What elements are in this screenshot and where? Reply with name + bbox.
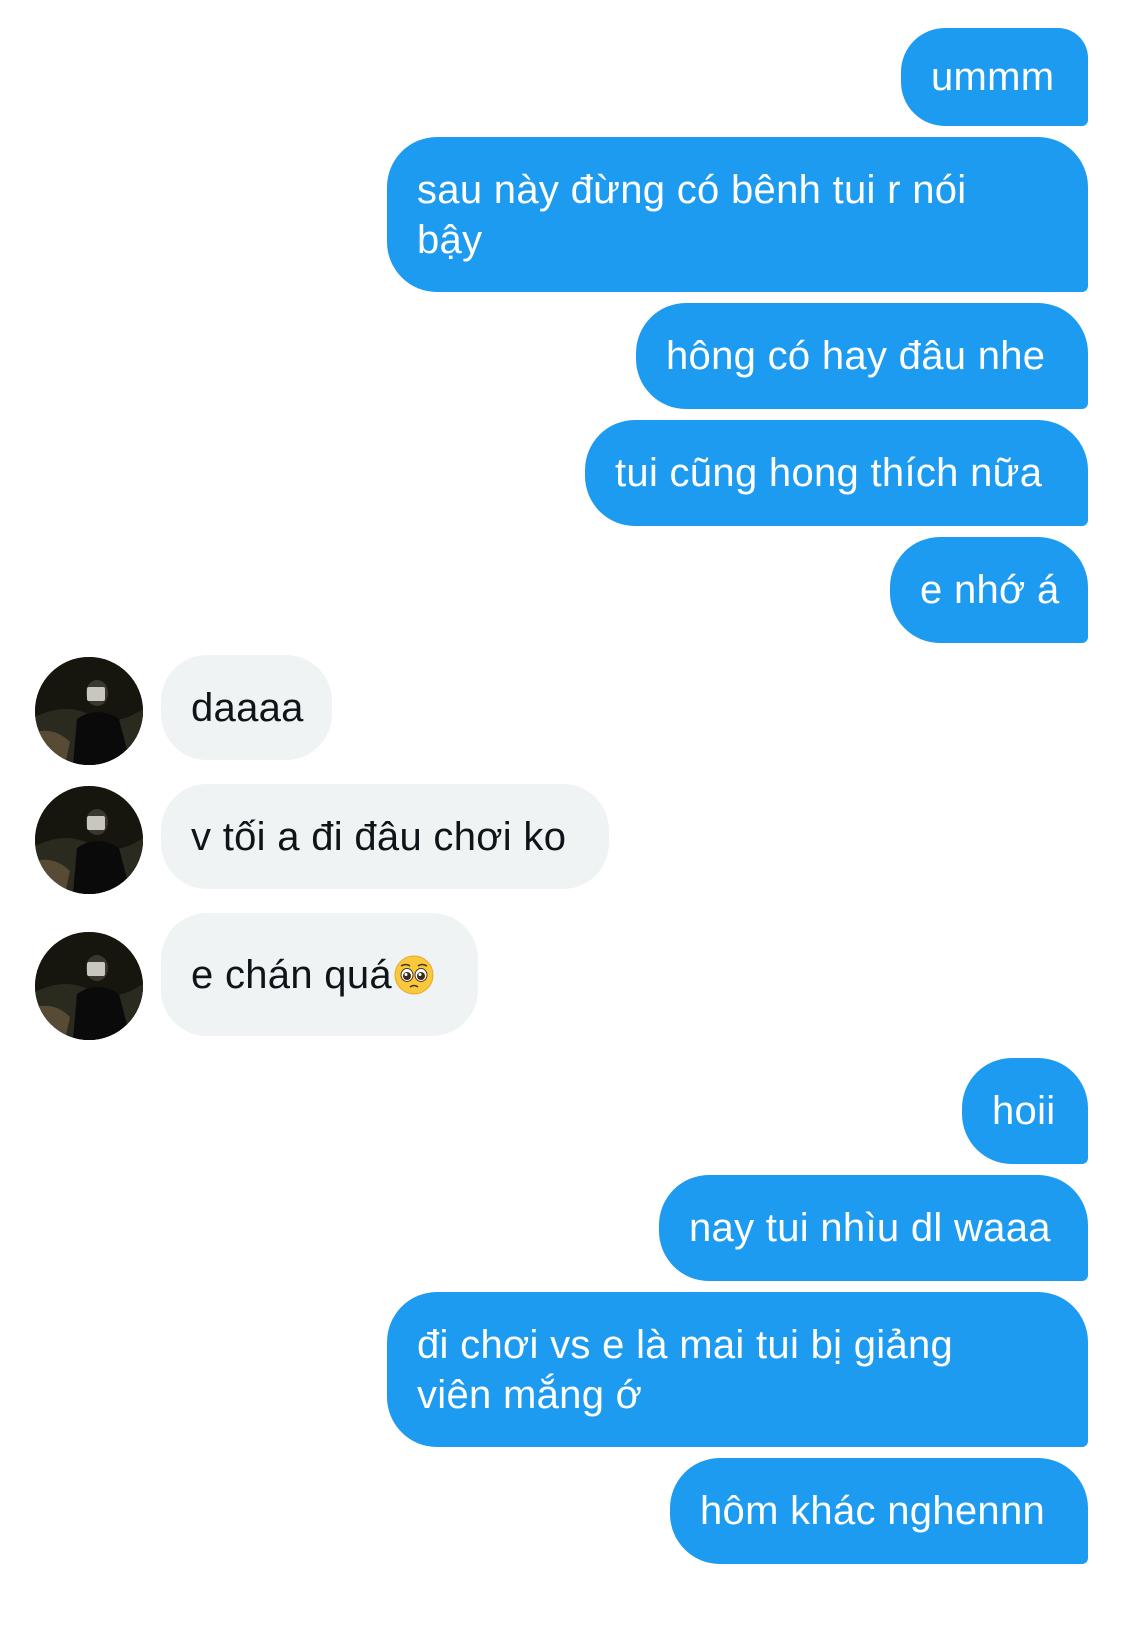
message-bubble-sent[interactable]: hôm khác nghennn	[670, 1458, 1088, 1564]
message-text: sau này đừng có bênh tui r nói bậy	[417, 168, 967, 262]
message-text: đi chơi vs e là mai tui bị giảng viên mắ…	[417, 1323, 954, 1417]
message-text: hoii	[992, 1089, 1056, 1133]
message-text: v tối a đi đâu chơi ko	[191, 814, 567, 859]
message-bubble-received[interactable]: daaaa	[161, 655, 332, 760]
message-bubble-sent[interactable]: e nhớ á	[890, 537, 1088, 643]
pleading-face-emoji-icon	[394, 955, 434, 994]
message-text: hông có hay đâu nhe	[666, 334, 1046, 378]
message-text: hôm khác nghennn	[700, 1489, 1046, 1533]
message-bubble-received[interactable]: e chán quá	[161, 913, 478, 1036]
message-text: daaaa	[191, 685, 304, 730]
contact-avatar[interactable]	[35, 786, 143, 894]
avatar-photo-icon	[35, 657, 143, 765]
message-bubble-sent[interactable]: hoii	[962, 1058, 1088, 1164]
message-bubble-sent[interactable]: hông có hay đâu nhe	[636, 303, 1088, 409]
avatar-photo-icon	[35, 932, 143, 1040]
message-text: ummm	[931, 55, 1055, 99]
message-text: nay tui nhìu dl waaa	[689, 1206, 1051, 1250]
message-bubble-sent[interactable]: nay tui nhìu dl waaa	[659, 1175, 1088, 1281]
contact-avatar[interactable]	[35, 657, 143, 765]
message-text: tui cũng hong thích nữa	[615, 451, 1043, 495]
contact-avatar[interactable]	[35, 932, 143, 1040]
message-bubble-received[interactable]: v tối a đi đâu chơi ko	[161, 784, 609, 889]
message-bubble-sent[interactable]: ummm	[901, 28, 1088, 126]
message-text: e chán quá	[191, 952, 392, 997]
message-bubble-sent[interactable]: sau này đừng có bênh tui r nói bậy	[387, 137, 1088, 292]
message-bubble-sent[interactable]: tui cũng hong thích nữa	[585, 420, 1088, 526]
message-bubble-sent[interactable]: đi chơi vs e là mai tui bị giảng viên mắ…	[387, 1292, 1088, 1447]
avatar-photo-icon	[35, 786, 143, 894]
message-text: e nhớ á	[920, 568, 1060, 612]
